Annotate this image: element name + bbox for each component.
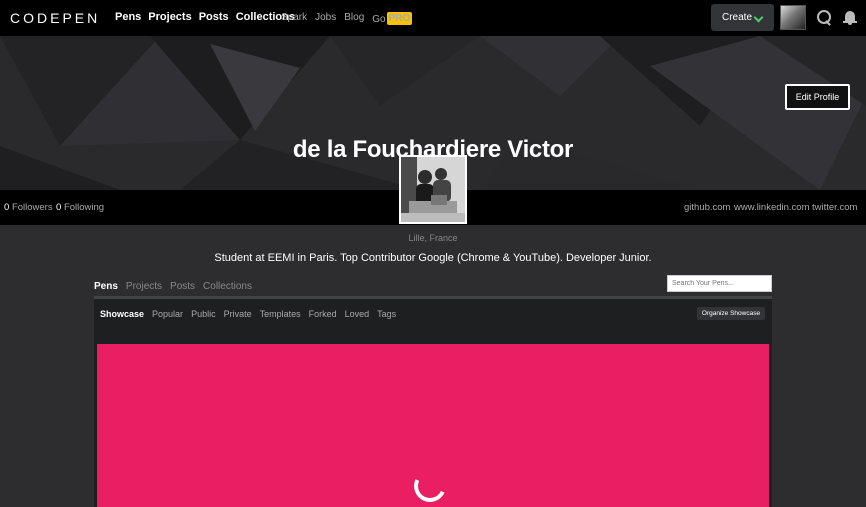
subtab-tags[interactable]: Tags bbox=[377, 309, 396, 319]
search-pens-input[interactable] bbox=[667, 275, 772, 292]
link-linkedin[interactable]: www.linkedin.com bbox=[734, 202, 810, 213]
profile-photo bbox=[401, 157, 465, 222]
top-navbar: CODEPEN Pens Projects Posts Collections … bbox=[0, 0, 866, 36]
following-label: Following bbox=[63, 202, 105, 213]
subtab-popular[interactable]: Popular bbox=[152, 309, 183, 319]
create-button[interactable]: Create bbox=[711, 4, 774, 31]
subtab-forked[interactable]: Forked bbox=[309, 309, 337, 319]
subtab-templates[interactable]: Templates bbox=[260, 309, 301, 319]
bell-icon[interactable] bbox=[843, 10, 857, 26]
logo-text: CODEPEN bbox=[10, 10, 101, 26]
create-label: Create bbox=[722, 12, 753, 23]
tab-projects[interactable]: Projects bbox=[126, 281, 162, 292]
followers-count: 0 bbox=[4, 202, 10, 213]
organize-showcase-button[interactable]: Organize Showcase bbox=[697, 307, 765, 320]
pens-filter-bar: Showcase Popular Public Private Template… bbox=[94, 299, 772, 329]
nav-projects[interactable]: Projects bbox=[148, 11, 191, 23]
primary-nav: Pens Projects Posts Collections bbox=[115, 11, 295, 23]
secondary-nav: Spark Jobs Blog Go PRO bbox=[281, 12, 413, 25]
nav-go[interactable]: Go PRO bbox=[372, 12, 413, 25]
nav-jobs[interactable]: Jobs bbox=[315, 12, 336, 25]
nav-blog[interactable]: Blog bbox=[344, 12, 364, 25]
subtab-private[interactable]: Private bbox=[224, 309, 252, 319]
link-github[interactable]: github.com bbox=[684, 202, 730, 213]
profile-bio: Student at EEMI in Paris. Top Contributo… bbox=[214, 252, 652, 264]
pens-filter-tabs: Showcase Popular Public Private Template… bbox=[100, 309, 396, 319]
edit-profile-button[interactable]: Edit Profile bbox=[785, 84, 850, 110]
tab-posts[interactable]: Posts bbox=[170, 281, 195, 292]
subtab-loved[interactable]: Loved bbox=[345, 309, 370, 319]
subtab-public[interactable]: Public bbox=[191, 309, 216, 319]
pro-badge: PRO bbox=[386, 12, 413, 25]
nav-pens[interactable]: Pens bbox=[115, 11, 141, 23]
profile-avatar[interactable] bbox=[399, 155, 467, 224]
nav-go-label: Go bbox=[372, 14, 386, 25]
content-tabs: Pens Projects Posts Collections bbox=[94, 281, 252, 292]
search-icon[interactable] bbox=[817, 10, 831, 26]
tab-collections[interactable]: Collections bbox=[203, 281, 252, 292]
following-stat[interactable]: 0 Following bbox=[56, 202, 104, 213]
chevron-down-icon bbox=[753, 12, 764, 23]
nav-spark[interactable]: Spark bbox=[281, 12, 307, 25]
followers-label: Followers bbox=[11, 202, 53, 213]
following-count: 0 bbox=[56, 202, 62, 213]
profile-location: Lille, France bbox=[408, 233, 458, 243]
link-twitter[interactable]: twitter.com bbox=[812, 202, 857, 213]
nav-posts[interactable]: Posts bbox=[199, 11, 229, 23]
subtab-showcase[interactable]: Showcase bbox=[100, 309, 144, 319]
tab-pens[interactable]: Pens bbox=[94, 281, 118, 292]
user-avatar[interactable] bbox=[780, 5, 806, 30]
followers-stat[interactable]: 0 Followers bbox=[4, 202, 53, 213]
codepen-logo[interactable]: CODEPEN bbox=[10, 10, 100, 26]
